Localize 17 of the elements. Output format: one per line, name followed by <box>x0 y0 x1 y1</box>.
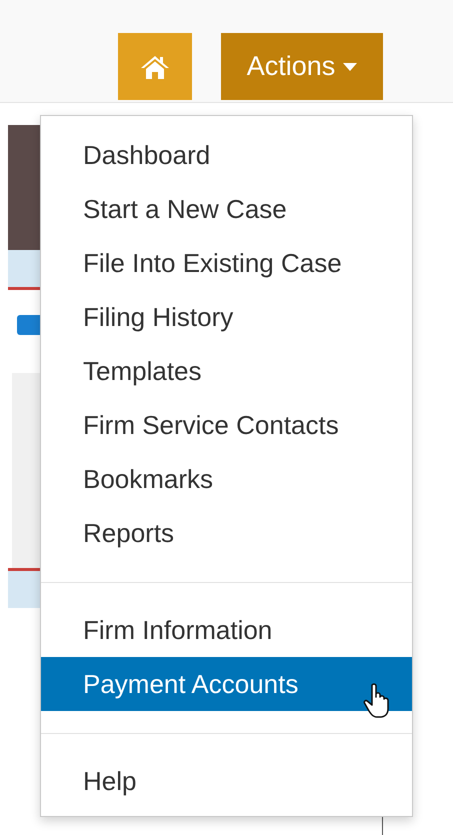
caret-icon <box>343 62 358 70</box>
menu-item[interactable]: Help <box>41 754 412 808</box>
nav-strip <box>8 250 40 290</box>
home-button[interactable] <box>118 33 192 100</box>
menu-item[interactable]: Start a New Case <box>41 182 412 236</box>
menu-item[interactable]: Bookmarks <box>41 452 412 506</box>
menu-item[interactable]: File Into Existing Case <box>41 236 412 290</box>
home-icon <box>140 54 170 80</box>
menu-item[interactable]: Firm Service Contacts <box>41 398 412 452</box>
menu-item[interactable]: Firm Information <box>41 603 412 657</box>
menu-item[interactable]: Dashboard <box>41 128 412 182</box>
menu-item[interactable]: Filing History <box>41 290 412 344</box>
menu-item[interactable]: Templates <box>41 344 412 398</box>
new-badge <box>17 315 40 335</box>
hand-cursor-icon <box>363 683 391 719</box>
menu-item[interactable]: Reports <box>41 506 412 560</box>
nav-strip <box>8 568 40 608</box>
